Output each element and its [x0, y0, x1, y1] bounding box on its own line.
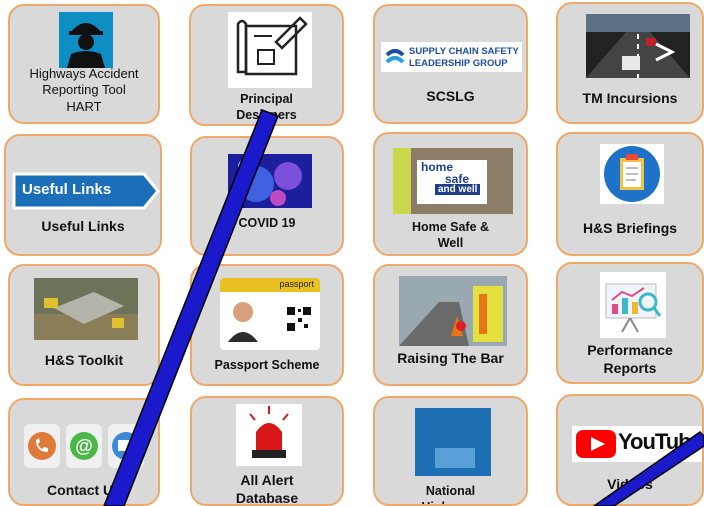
useful-links-banner: Useful Links [12, 172, 160, 210]
tile-label: COVID 19 [238, 216, 296, 230]
presentation-chart-icon [600, 272, 666, 338]
tile-label: TM Incursions [582, 90, 678, 106]
tile-passport-scheme[interactable]: passport Passport Scheme [190, 264, 344, 386]
tile-hs-toolkit[interactable]: H&S Toolkit [8, 264, 160, 386]
tile-label: National Highways Alerts [421, 484, 479, 504]
card-title: passport [279, 279, 314, 289]
blueprint-icon [228, 12, 312, 88]
tile-raising-the-bar[interactable]: Raising The Bar [373, 264, 528, 386]
tile-home-safe-well[interactable]: home safe and well Home Safe & Well [373, 132, 528, 256]
siren-icon [236, 404, 302, 466]
tile-label: Useful Links [41, 218, 125, 234]
logo-and-well: and well [435, 184, 481, 195]
svg-text:@: @ [75, 436, 93, 456]
road-scene-image [586, 14, 690, 78]
tile-label: H&S Toolkit [44, 352, 124, 368]
tile-label: Home Safe & Well [411, 220, 490, 250]
youtube-text: YouTube [618, 429, 702, 454]
roadworks-image [399, 276, 507, 346]
tile-scslg[interactable]: SUPPLY CHAIN SAFETY LEADERSHIP GROUP SCS… [373, 4, 528, 124]
tile-label: Performance Reports [587, 342, 673, 376]
tile-label: SCSLG [426, 88, 475, 104]
contact-icons: @ [24, 424, 144, 468]
tile-all-alert-database[interactable]: All Alert Database [190, 396, 344, 506]
tile-label: Highways Accident Reporting Tool HART [29, 66, 139, 114]
tile-national-highways-alerts[interactable]: National Highways Alerts [373, 396, 528, 506]
tile-performance-reports[interactable]: Performance Reports [556, 262, 704, 384]
tile-label: Raising The Bar [397, 350, 504, 366]
tile-contact-us[interactable]: @ Contact Us [8, 398, 160, 506]
tile-useful-links[interactable]: Useful Links Useful Links [4, 134, 162, 256]
home-safe-well-image: home safe and well [393, 148, 513, 214]
clipboard-icon [600, 144, 664, 204]
tile-label: Passport Scheme [214, 358, 320, 372]
virus-image [228, 154, 312, 208]
jacket-image [415, 408, 491, 476]
logo-text-line1: SUPPLY CHAIN SAFETY [409, 46, 519, 57]
tile-tm-incursions[interactable]: TM Incursions [556, 2, 704, 124]
youtube-logo: YouTube [572, 426, 702, 462]
toolkit-image [34, 278, 138, 340]
logo-text-line2: LEADERSHIP GROUP [409, 58, 508, 69]
tile-label: H&S Briefings [582, 220, 678, 236]
passport-card-image: passport [220, 278, 320, 350]
tile-covid[interactable]: COVID 19 [190, 136, 344, 256]
tile-label: All Alert Database [235, 472, 299, 506]
tile-videos[interactable]: YouTube Videos [556, 394, 704, 506]
tile-hart[interactable]: Highways Accident Reporting Tool HART [8, 4, 160, 124]
tile-label: Principal Designers Working Group [221, 92, 312, 124]
construction-worker-icon [59, 12, 113, 68]
banner-text: Useful Links [22, 181, 112, 198]
tile-label: Videos [607, 476, 653, 492]
tile-hs-briefings[interactable]: H&S Briefings [556, 132, 704, 256]
tile-label: Contact Us [47, 482, 121, 498]
scslg-logo: SUPPLY CHAIN SAFETY LEADERSHIP GROUP [381, 42, 522, 72]
tile-principal-designers[interactable]: Principal Designers Working Group [189, 4, 344, 126]
